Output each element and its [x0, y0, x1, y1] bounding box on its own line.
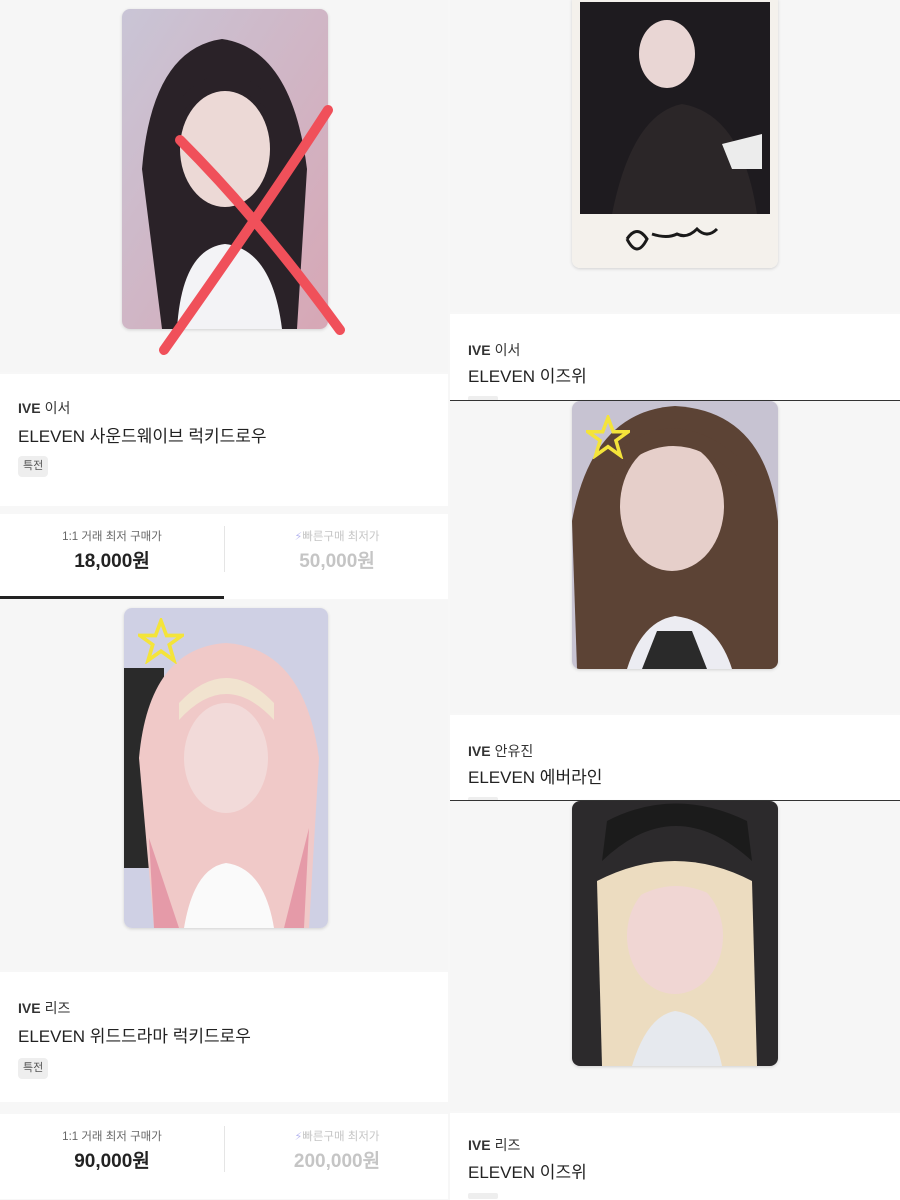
listing-image-area[interactable] — [0, 0, 448, 372]
listing-info[interactable]: IVE 리즈 ELEVEN 위드드라마 럭키드로우 특전 — [0, 972, 448, 1102]
price-bar: 1:1 거래 최저 구매가 18,000원 ⚡빠른구매 최저가 50,000원 — [0, 514, 448, 599]
member-name: 안유진 — [494, 743, 534, 759]
listing-image-area[interactable] — [450, 0, 900, 312]
listing-title: ELEVEN 에버라인 — [468, 768, 603, 787]
member-name: 리즈 — [44, 1000, 71, 1016]
listing-brand: IVE 안유진 — [468, 741, 533, 761]
quick-label: 빠른구매 최저가 — [302, 1131, 380, 1143]
brand-name: IVE — [18, 1000, 41, 1016]
listing-brand: IVE 리즈 — [468, 1135, 520, 1155]
member-name: 이서 — [44, 400, 71, 416]
listing-info[interactable]: IVE 이서 ELEVEN 이즈위 — [450, 314, 900, 402]
listing-title: ELEVEN 이즈위 — [468, 367, 587, 386]
trade-price[interactable]: 1:1 거래 최저 구매가 90,000원 — [0, 1114, 224, 1199]
listing-title: ELEVEN 위드드라마 럭키드로우 — [18, 1027, 251, 1046]
tag-stub — [468, 1193, 498, 1199]
listing-info[interactable]: IVE 리즈 ELEVEN 이즈위 — [450, 1113, 900, 1200]
listing-info[interactable]: IVE 이서 ELEVEN 사운드웨이브 럭키드로우 특전 — [0, 374, 448, 506]
photocard-image[interactable] — [572, 0, 778, 268]
brand-name: IVE — [18, 400, 41, 416]
tag-badge: 특전 — [18, 456, 49, 477]
photocard-image[interactable] — [572, 801, 778, 1066]
right-column: IVE 이서 ELEVEN 이즈위 IVE 안유진 ELEVEN 에버라인 IV… — [450, 0, 900, 1200]
cross-out-mark — [159, 105, 345, 355]
active-tab-underline — [0, 596, 224, 599]
price-bar: 1:1 거래 최저 구매가 90,000원 ⚡빠른구매 최저가 200,000원 — [0, 1114, 448, 1199]
price-value: 90,000원 — [74, 1151, 150, 1172]
tag-badge: 특전 — [18, 1058, 49, 1079]
quick-label: 빠른구매 최저가 — [302, 531, 380, 543]
quick-value: 200,000원 — [293, 1151, 381, 1172]
member-name: 이서 — [494, 342, 521, 358]
star-sticker-icon — [138, 618, 184, 664]
listing-info[interactable]: IVE 안유진 ELEVEN 에버라인 — [450, 715, 900, 803]
quick-price[interactable]: ⚡빠른구매 최저가 200,000원 — [225, 1114, 449, 1199]
listing-title: ELEVEN 이즈위 — [468, 1163, 587, 1182]
price-value: 18,000원 — [74, 551, 150, 572]
listing-brand: IVE 리즈 — [18, 998, 70, 1018]
listing-image-area[interactable] — [450, 401, 900, 713]
star-sticker-icon — [586, 415, 630, 459]
price-label: 1:1 거래 최저 구매가 — [62, 531, 162, 543]
listing-brand: IVE 이서 — [468, 340, 520, 360]
listing-image-area[interactable] — [450, 801, 900, 1111]
quick-price[interactable]: ⚡빠른구매 최저가 50,000원 — [225, 514, 449, 599]
listing-image-area[interactable] — [0, 600, 448, 970]
brand-name: IVE — [468, 342, 491, 358]
brand-name: IVE — [468, 743, 491, 759]
photocard-image[interactable] — [124, 608, 328, 928]
member-name: 리즈 — [494, 1137, 521, 1153]
photocard-image[interactable] — [572, 401, 778, 669]
listing-brand: IVE 이서 — [18, 398, 70, 418]
left-column: IVE 이서 ELEVEN 사운드웨이브 럭키드로우 특전 1:1 거래 최저 구… — [0, 0, 448, 1200]
trade-price[interactable]: 1:1 거래 최저 구매가 18,000원 — [0, 514, 224, 599]
listing-title: ELEVEN 사운드웨이브 럭키드로우 — [18, 427, 267, 446]
brand-name: IVE — [468, 1137, 491, 1153]
quick-value: 50,000원 — [299, 551, 375, 572]
price-label: 1:1 거래 최저 구매가 — [62, 1131, 162, 1143]
